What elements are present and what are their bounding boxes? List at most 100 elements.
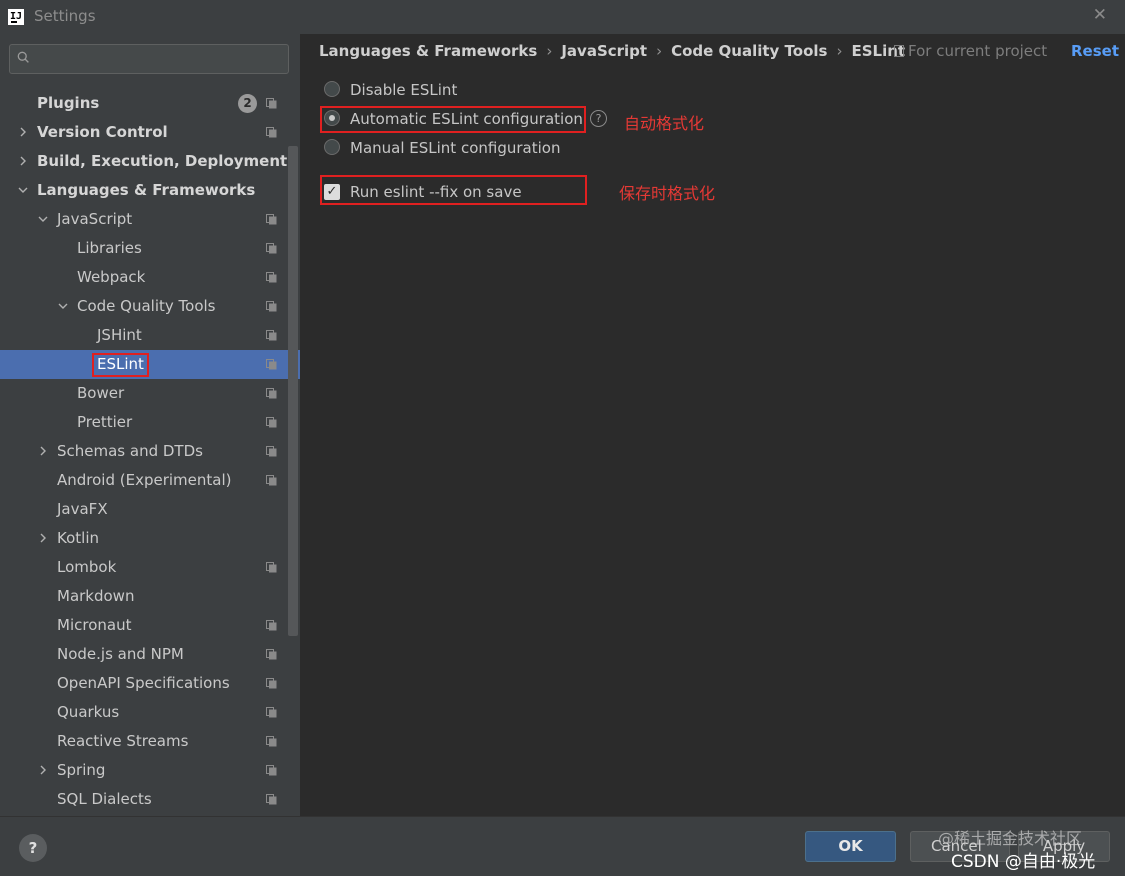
radio-manual[interactable]	[324, 139, 340, 155]
watermark-csdn: CSDN @自由·极光	[951, 852, 1096, 872]
project-settings-icon	[266, 475, 277, 486]
sidebar-item[interactable]: Libraries	[0, 234, 287, 263]
chevron-down-icon[interactable]	[38, 214, 48, 224]
sidebar-item[interactable]: JavaScript	[0, 205, 287, 234]
chevron-right-icon[interactable]	[18, 156, 28, 166]
sidebar-item[interactable]: Markdown	[0, 582, 287, 611]
project-settings-icon	[266, 678, 277, 689]
sidebar-item-label: Build, Execution, Deployment	[37, 152, 288, 170]
settings-content: Languages & Frameworks › JavaScript › Code Q…	[300, 34, 1125, 816]
sidebar-item[interactable]: Kotlin	[0, 524, 287, 553]
chevron-right-icon[interactable]	[38, 765, 48, 775]
breadcrumb-item-languages[interactable]: Languages & Frameworks	[319, 42, 537, 60]
breadcrumb-separator: ›	[546, 42, 553, 60]
project-settings-icon	[266, 388, 277, 399]
breadcrumb-item-javascript[interactable]: JavaScript	[561, 42, 647, 60]
chevron-down-icon[interactable]	[18, 185, 28, 195]
sidebar-item[interactable]: Bower	[0, 379, 287, 408]
automatic-annotation-box	[320, 106, 586, 133]
sidebar-item-label: Schemas and DTDs	[57, 442, 203, 460]
sidebar-item-label: SQL Dialects	[57, 790, 152, 808]
update-count-badge: 2	[238, 94, 257, 113]
dialog-footer: ? OK Cancel Apply @稀土掘金技术社区 CSDN @自由·极光	[0, 816, 1125, 876]
project-settings-icon	[266, 562, 277, 573]
close-icon[interactable]: ✕	[1093, 5, 1107, 25]
sidebar-item[interactable]: Languages & Frameworks	[0, 176, 287, 205]
sidebar-item-label: Languages & Frameworks	[37, 181, 256, 199]
sidebar-item[interactable]: SQL Dialects	[0, 785, 287, 814]
sidebar-item[interactable]: Webpack	[0, 263, 287, 292]
sidebar-item-label: Markdown	[57, 587, 135, 605]
sidebar-scrollbar[interactable]	[288, 146, 298, 636]
sidebar-item[interactable]: Node.js and NPM	[0, 640, 287, 669]
project-settings-icon	[266, 98, 277, 109]
project-settings-icon	[266, 707, 277, 718]
breadcrumb-separator: ›	[656, 42, 663, 60]
search-box[interactable]	[9, 44, 289, 74]
manual-eslint-label[interactable]: Manual ESLint configuration	[350, 137, 560, 159]
project-settings-icon	[266, 446, 277, 457]
sidebar-item-label: Prettier	[77, 413, 133, 431]
sidebar-item[interactable]: Lombok	[0, 553, 287, 582]
disable-eslint-label[interactable]: Disable ESLint	[350, 79, 457, 101]
sidebar-item-label: Reactive Streams	[57, 732, 189, 750]
project-settings-icon	[266, 620, 277, 631]
breadcrumb-separator: ›	[836, 42, 843, 60]
project-settings-icon	[266, 359, 277, 370]
sidebar-item-label: Android (Experimental)	[57, 471, 232, 489]
sidebar-item-label: Lombok	[57, 558, 117, 576]
chevron-right-icon[interactable]	[38, 446, 48, 456]
sidebar-item[interactable]: Code Quality Tools	[0, 292, 287, 321]
sidebar-item[interactable]: Schemas and DTDs	[0, 437, 287, 466]
annotation-auto-format: 自动格式化	[624, 114, 705, 133]
ok-button[interactable]: OK	[805, 831, 896, 862]
project-settings-icon	[266, 417, 277, 428]
search-input[interactable]	[44, 50, 278, 70]
project-settings-icon	[266, 272, 277, 283]
project-settings-icon	[266, 330, 277, 341]
sidebar-item[interactable]: JavaFX	[0, 495, 287, 524]
sidebar-item[interactable]: OpenAPI Specifications	[0, 669, 287, 698]
settings-sidebar: Plugins 2 Version Control Build, Execution,…	[0, 34, 300, 816]
help-icon[interactable]: ?	[590, 110, 607, 127]
chevron-down-icon[interactable]	[58, 301, 68, 311]
sidebar-item[interactable]: Reactive Streams	[0, 727, 287, 756]
sidebar-item-label: Plugins	[37, 94, 100, 112]
breadcrumb: Languages & Frameworks › JavaScript › Code Q…	[319, 42, 905, 60]
sidebar-item[interactable]: Micronaut	[0, 611, 287, 640]
sidebar-item-label: OpenAPI Specifications	[57, 674, 230, 692]
sidebar-item-label: Kotlin	[57, 529, 99, 547]
sidebar-item[interactable]: Android (Experimental)	[0, 466, 287, 495]
sidebar-item-label: Version Control	[37, 123, 168, 141]
intellij-icon: IJ	[8, 9, 24, 25]
sidebar-item-label: JSHint	[97, 326, 142, 344]
project-settings-icon	[266, 301, 277, 312]
sidebar-item-label: Webpack	[77, 268, 146, 286]
window-title: Settings	[34, 7, 96, 25]
project-settings-icon	[266, 243, 277, 254]
sidebar-item-label: Code Quality Tools	[77, 297, 216, 315]
sidebar-item[interactable]: Prettier	[0, 408, 287, 437]
breadcrumb-item-code-quality[interactable]: Code Quality Tools	[671, 42, 827, 60]
sidebar-item[interactable]: Spring	[0, 756, 287, 785]
search-icon	[17, 51, 29, 63]
radio-disable[interactable]	[324, 81, 340, 97]
sidebar-item-label: JavaFX	[57, 500, 108, 518]
sidebar-item[interactable]: ESLint	[0, 350, 300, 379]
reset-link[interactable]: Reset	[1071, 42, 1119, 60]
sidebar-item[interactable]: Version Control	[0, 118, 287, 147]
sidebar-item[interactable]: JSHint	[0, 321, 287, 350]
for-project-label: For current project	[908, 42, 1048, 60]
project-settings-icon	[266, 649, 277, 660]
chevron-right-icon[interactable]	[18, 127, 28, 137]
sidebar-item[interactable]: Build, Execution, Deployment	[0, 147, 287, 176]
sidebar-item[interactable]: Plugins 2	[0, 89, 287, 118]
sidebar-item-label: Libraries	[77, 239, 142, 257]
sidebar-item[interactable]: Quarkus	[0, 698, 287, 727]
help-button[interactable]: ?	[19, 834, 47, 862]
annotation-format-on-save: 保存时格式化	[619, 184, 716, 203]
run-fix-annotation-box	[320, 175, 587, 205]
project-settings-icon	[266, 736, 277, 747]
chevron-right-icon[interactable]	[38, 533, 48, 543]
sidebar-item-label: JavaScript	[57, 210, 133, 228]
